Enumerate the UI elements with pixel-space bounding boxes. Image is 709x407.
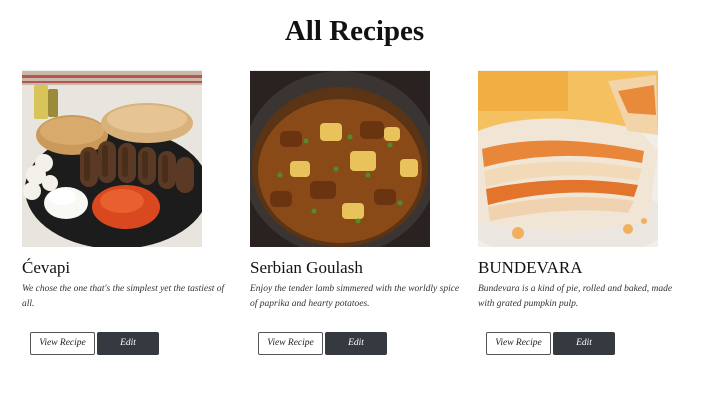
recipe-title: Serbian Goulash (250, 258, 363, 277)
recipe-image-bundevara (478, 70, 658, 247)
bundevara-photo-icon (478, 71, 658, 247)
recipe-card: Ćevapi We chose the one that's the simpl… (22, 70, 224, 369)
recipe-image-goulash (250, 70, 430, 247)
recipe-actions: View Recipe Edit Recipe (258, 332, 387, 369)
recipe-description: Bundevara is a kind of pie, rolled and b… (478, 284, 673, 309)
edit-recipe-button[interactable]: Edit Recipe (325, 332, 387, 369)
edit-recipe-button[interactable]: Edit Recipe (553, 332, 615, 369)
view-recipe-button[interactable]: View Recipe (30, 332, 95, 355)
recipe-card: Serbian Goulash Enjoy the tender lamb si… (250, 70, 459, 369)
recipe-actions: View Recipe Edit Recipe (486, 332, 615, 369)
recipe-description: We chose the one that's the simplest yet… (22, 284, 225, 309)
page-title: All Recipes (284, 15, 425, 47)
recipe-actions: View Recipe Edit Recipe (30, 332, 159, 369)
goulash-photo-icon (250, 71, 430, 247)
cevapi-photo-icon (22, 71, 202, 247)
view-recipe-button[interactable]: View Recipe (258, 332, 323, 355)
recipe-description: Enjoy the tender lamb simmered with the … (250, 284, 460, 309)
recipes-page: All Recipes Ćevapi We chose the one that… (0, 0, 709, 407)
view-recipe-button[interactable]: View Recipe (486, 332, 551, 355)
recipe-title: Ćevapi (22, 258, 71, 277)
recipe-card: BUNDEVARA Bundevara is a kind of pie, ro… (478, 70, 678, 369)
recipe-title: BUNDEVARA (478, 258, 583, 277)
edit-recipe-button[interactable]: Edit Recipe (97, 332, 159, 369)
recipe-image-cevapi (22, 70, 202, 247)
